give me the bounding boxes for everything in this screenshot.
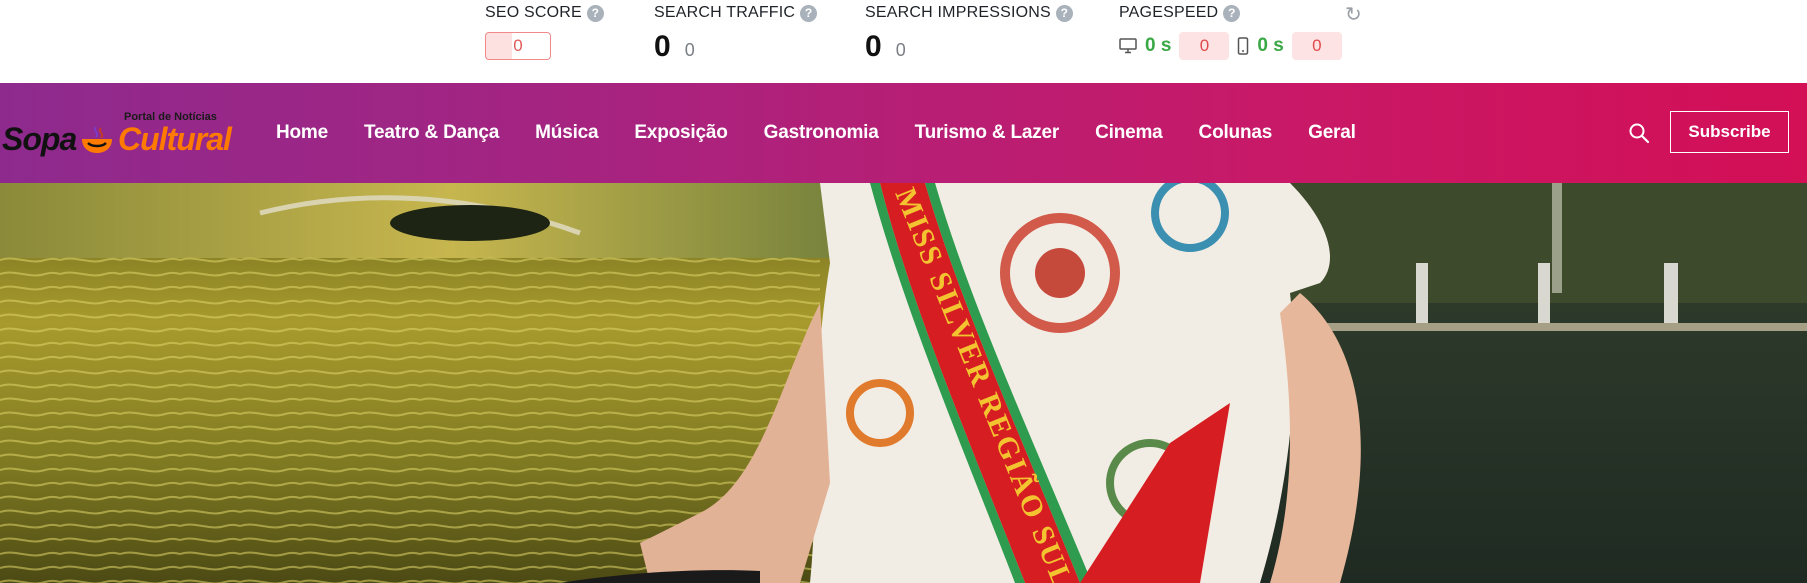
- logo-brand-right: Cultural: [118, 121, 232, 157]
- search-icon[interactable]: [1627, 121, 1651, 145]
- primary-menu: Home Teatro & Dança Música Exposição Gas…: [258, 83, 1374, 183]
- nav-item-colunas[interactable]: Colunas: [1181, 122, 1291, 144]
- pagespeed-metric: PAGESPEED ? 0 s 0 0 s 0: [1119, 4, 1342, 60]
- desktop-icon: [1119, 38, 1137, 54]
- search-impressions-change: 0: [895, 40, 906, 60]
- search-traffic-metric: SEARCH TRAFFIC ? 0 0: [654, 4, 818, 63]
- desktop-load-time: 0 s: [1145, 35, 1172, 56]
- search-traffic-change: 0: [684, 40, 695, 60]
- nav-item-gastronomia[interactable]: Gastronomia: [746, 122, 897, 144]
- help-icon[interactable]: ?: [1223, 4, 1241, 22]
- help-icon[interactable]: ?: [1055, 4, 1073, 22]
- pagespeed-desktop[interactable]: 0 s 0: [1119, 32, 1230, 60]
- help-icon[interactable]: ?: [800, 4, 818, 22]
- search-impressions-value: 0: [865, 30, 882, 63]
- search-impressions-label: SEARCH IMPRESSIONS: [865, 4, 1051, 21]
- help-icon[interactable]: ?: [586, 4, 604, 22]
- refresh-icon[interactable]: ↻: [1345, 2, 1362, 27]
- hero-image: MISS SILVER REGIÃO SUL: [0, 183, 1807, 583]
- mobile-load-time: 0 s: [1257, 35, 1284, 56]
- logo-brand-left: Sopa: [2, 121, 77, 157]
- nav-item-home[interactable]: Home: [258, 122, 346, 144]
- pagespeed-label: PAGESPEED: [1119, 4, 1219, 21]
- nav-item-cinema[interactable]: Cinema: [1077, 122, 1180, 144]
- mobile-icon: [1238, 37, 1249, 55]
- seo-score-metric: SEO SCORE ? 0: [485, 4, 604, 60]
- seo-metrics-bar: SEO SCORE ? 0 SEARCH TRAFFIC ? 0 0 SEARC…: [0, 0, 1807, 83]
- desktop-score: 0: [1179, 32, 1230, 60]
- seo-score-value[interactable]: 0: [485, 32, 551, 60]
- nav-item-musica[interactable]: Música: [517, 122, 616, 144]
- hero-photo: MISS SILVER REGIÃO SUL: [0, 183, 1807, 583]
- nav-item-geral[interactable]: Geral: [1290, 122, 1374, 144]
- search-traffic-value: 0: [654, 30, 671, 63]
- nav-item-teatro-danca[interactable]: Teatro & Dança: [346, 122, 517, 144]
- nav-item-exposicao[interactable]: Exposição: [616, 122, 745, 144]
- subscribe-button[interactable]: Subscribe: [1670, 111, 1789, 153]
- seo-score-label: SEO SCORE: [485, 4, 582, 21]
- soup-bowl-icon: [82, 127, 112, 153]
- site-logo[interactable]: Portal de Notícias Sopa Cultural: [2, 111, 242, 157]
- nav-item-turismo-lazer[interactable]: Turismo & Lazer: [897, 122, 1077, 144]
- search-traffic-label: SEARCH TRAFFIC: [654, 4, 796, 21]
- mobile-score: 0: [1291, 32, 1342, 60]
- pagespeed-mobile[interactable]: 0 s 0: [1237, 32, 1342, 60]
- search-impressions-metric: SEARCH IMPRESSIONS ? 0 0: [865, 4, 1073, 62]
- main-navigation: Portal de Notícias Sopa Cultural Home Te…: [0, 83, 1807, 183]
